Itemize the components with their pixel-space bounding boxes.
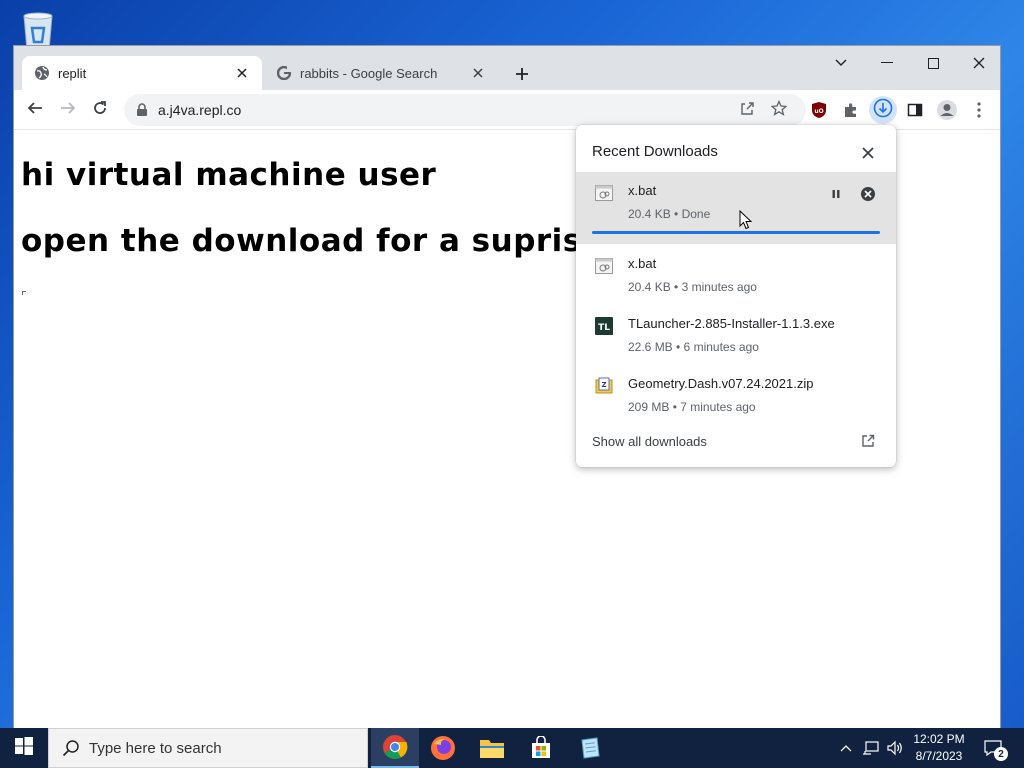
- reload-button[interactable]: [86, 96, 114, 124]
- notification-count-badge: 2: [994, 747, 1008, 761]
- downloads-button[interactable]: [869, 96, 897, 124]
- start-button[interactable]: [0, 728, 48, 768]
- globe-icon: [34, 65, 50, 81]
- search-placeholder: Type here to search: [89, 739, 222, 757]
- download-icon: [873, 98, 893, 123]
- notepad-icon[interactable]: [566, 728, 614, 768]
- google-icon: [276, 65, 292, 81]
- page-heading-instruction: open the download for a suprise: [21, 223, 604, 259]
- taskbar-search-box[interactable]: Type here to search: [48, 728, 368, 768]
- windows-taskbar: Type here to search 12:02 PM 8/7/2023 2: [0, 728, 1024, 768]
- download-file-name: x.bat: [628, 256, 657, 271]
- network-icon[interactable]: [860, 728, 882, 768]
- bat-file-icon: [594, 184, 614, 202]
- reload-icon: [92, 100, 108, 121]
- new-tab-button[interactable]: [510, 62, 534, 86]
- forward-arrow-icon: [60, 100, 76, 121]
- download-file-status: 22.6 MB • 6 minutes ago: [628, 340, 759, 354]
- download-file-name: Geometry.Dash.v07.24.2021.zip: [628, 376, 814, 391]
- file-explorer-icon[interactable]: [468, 728, 516, 768]
- close-tab-icon[interactable]: [470, 65, 486, 81]
- close-icon[interactable]: [858, 143, 878, 163]
- back-arrow-icon: [27, 100, 43, 121]
- ublock-icon[interactable]: uO: [805, 96, 833, 124]
- browser-toolbar: a.j4va.repl.co uO: [14, 90, 1000, 130]
- lock-icon[interactable]: [134, 102, 150, 118]
- mouse-pointer-icon: [739, 209, 753, 230]
- address-bar[interactable]: a.j4va.repl.co: [124, 94, 806, 126]
- firefox-icon[interactable]: [419, 728, 467, 768]
- download-file-status: 209 MB • 7 minutes ago: [628, 400, 756, 414]
- clock-date: 8/7/2023: [915, 749, 963, 763]
- url-text: a.j4va.repl.co: [158, 102, 242, 118]
- tab-strip: replit rabbits - Google Search: [14, 46, 1000, 90]
- tab-title: replit: [58, 65, 87, 81]
- download-file-status: 20.4 KB • 3 minutes ago: [628, 280, 757, 294]
- svg-text:uO: uO: [814, 108, 823, 115]
- microsoft-store-icon[interactable]: [517, 728, 565, 768]
- open-external-icon[interactable]: [858, 431, 878, 451]
- maximize-button[interactable]: [910, 48, 956, 78]
- extensions-puzzle-icon[interactable]: [837, 96, 865, 124]
- text-cursor-mark: [22, 291, 26, 295]
- volume-icon[interactable]: [884, 728, 906, 768]
- minimize-button[interactable]: [864, 48, 910, 78]
- tab-title: rabbits - Google Search: [300, 65, 438, 81]
- tlauncher-icon: TL: [594, 317, 614, 335]
- download-file-name: x.bat: [628, 183, 657, 198]
- zip-file-icon: Z: [594, 377, 614, 395]
- chrome-icon[interactable]: [371, 728, 419, 768]
- windows-logo-icon: [15, 736, 33, 760]
- download-item[interactable]: TL TLauncher-2.885-Installer-1.1.3.exe 2…: [576, 305, 896, 365]
- download-file-name: TLauncher-2.885-Installer-1.1.3.exe: [628, 316, 835, 331]
- downloads-panel-title: Recent Downloads: [592, 143, 718, 160]
- menu-dots-icon[interactable]: [965, 96, 993, 124]
- bookmark-star-icon[interactable]: [767, 96, 791, 120]
- taskbar-clock[interactable]: 12:02 PM 8/7/2023: [904, 731, 974, 765]
- bat-file-icon: [594, 257, 614, 275]
- share-icon[interactable]: [735, 96, 759, 120]
- tab-rabbits-google-search[interactable]: rabbits - Google Search: [264, 56, 498, 90]
- chevron-up-icon[interactable]: [836, 728, 856, 768]
- tab-search-chevron-icon[interactable]: [818, 48, 864, 78]
- download-item[interactable]: Z Geometry.Dash.v07.24.2021.zip 209 MB •…: [576, 365, 896, 425]
- search-icon: [61, 738, 81, 758]
- cancel-download-icon[interactable]: [858, 184, 878, 204]
- download-progress-bar: [592, 231, 880, 234]
- close-window-button[interactable]: [956, 48, 1000, 78]
- download-item[interactable]: x.bat 20.4 KB • 3 minutes ago: [576, 245, 896, 305]
- svg-text:Z: Z: [601, 381, 606, 389]
- clock-time: 12:02 PM: [913, 732, 965, 746]
- forward-button[interactable]: [54, 96, 82, 124]
- close-tab-icon[interactable]: [234, 65, 250, 81]
- download-file-status: 20.4 KB • Done: [628, 207, 711, 221]
- tab-replit[interactable]: replit: [22, 56, 262, 90]
- back-button[interactable]: [21, 96, 49, 124]
- recent-downloads-panel: Recent Downloads x.bat 20.4 KB • Done x.…: [576, 125, 896, 467]
- profile-icon[interactable]: [933, 96, 961, 124]
- pause-icon[interactable]: [826, 184, 846, 204]
- page-heading-greeting: hi virtual machine user: [21, 157, 437, 193]
- show-all-downloads-link[interactable]: Show all downloads: [592, 434, 707, 449]
- side-panel-icon[interactable]: [901, 96, 929, 124]
- svg-text:TL: TL: [598, 323, 610, 333]
- download-item[interactable]: x.bat 20.4 KB • Done: [576, 172, 896, 244]
